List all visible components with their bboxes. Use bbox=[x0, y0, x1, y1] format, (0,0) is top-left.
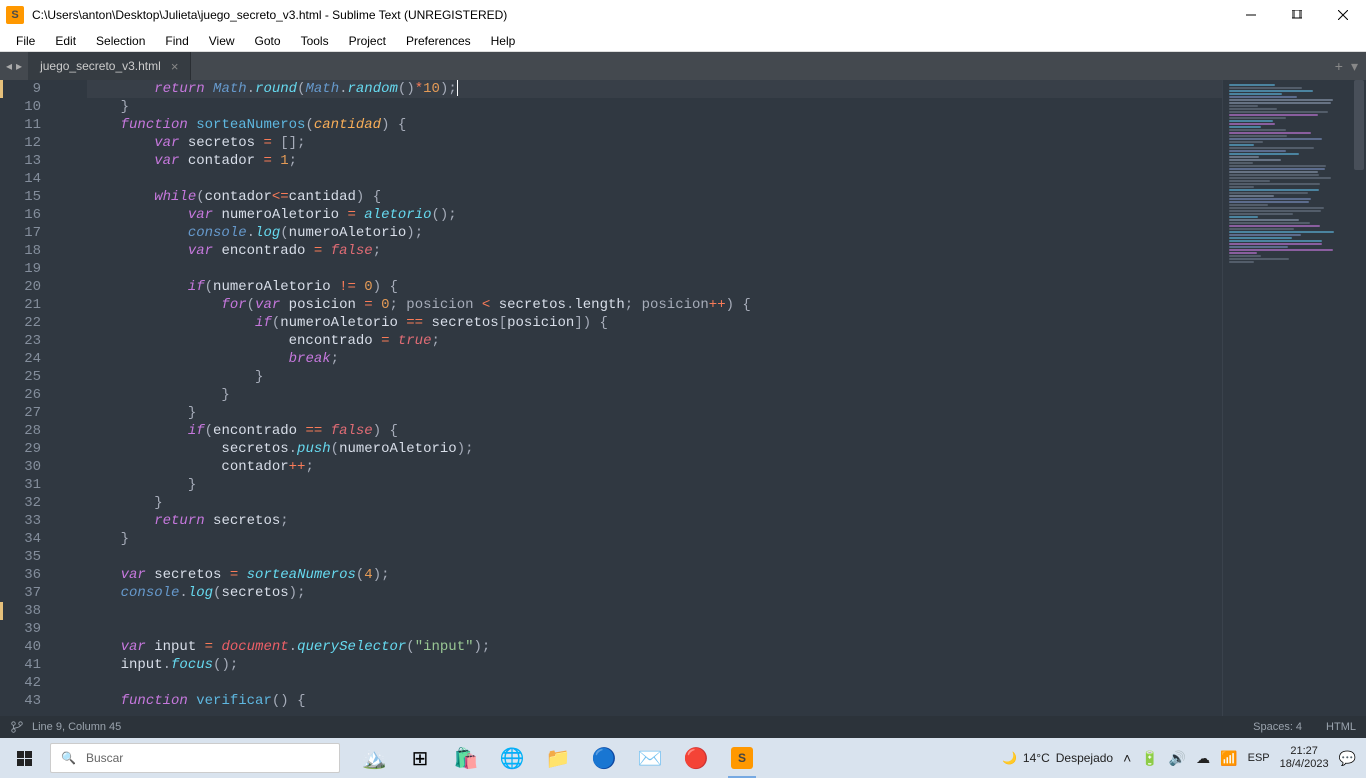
task-mail-icon[interactable]: ✉️ bbox=[628, 738, 672, 778]
chevron-right-icon[interactable]: ▸ bbox=[16, 59, 22, 73]
tray-battery-icon[interactable]: 🔋 bbox=[1141, 750, 1158, 767]
chevron-left-icon[interactable]: ◂ bbox=[6, 59, 12, 73]
taskbar-search[interactable]: 🔍 Buscar bbox=[50, 743, 340, 773]
menu-find[interactable]: Find bbox=[157, 32, 196, 50]
code-area[interactable]: return Math.round(Math.random()*10); } f… bbox=[55, 80, 1222, 716]
search-icon: 🔍 bbox=[61, 751, 76, 765]
new-tab-icon[interactable]: + bbox=[1335, 58, 1343, 74]
window-titlebar: S C:\Users\anton\Desktop\Julieta\juego_s… bbox=[0, 0, 1366, 30]
vertical-scrollbar[interactable] bbox=[1352, 80, 1366, 716]
editor[interactable]: 9101112131415161718192021222324252627282… bbox=[0, 80, 1366, 716]
status-spaces[interactable]: Spaces: 4 bbox=[1253, 721, 1302, 733]
tab-nav-arrows[interactable]: ◂ ▸ bbox=[0, 52, 28, 80]
menu-view[interactable]: View bbox=[201, 32, 243, 50]
tray-chevron-icon[interactable]: ˄ bbox=[1123, 750, 1131, 766]
weather-desc: Despejado bbox=[1056, 751, 1113, 765]
task-explorer-icon[interactable]: 📁 bbox=[536, 738, 580, 778]
tray-date: 18/4/2023 bbox=[1280, 758, 1329, 771]
status-position[interactable]: Line 9, Column 45 bbox=[32, 721, 121, 733]
task-chrome-icon[interactable]: 🔴 bbox=[674, 738, 718, 778]
minimize-button[interactable] bbox=[1228, 0, 1274, 30]
tray-datetime[interactable]: 21:27 18/4/2023 bbox=[1280, 745, 1329, 771]
task-landscape-icon[interactable]: 🏔️ bbox=[352, 738, 396, 778]
menubar: FileEditSelectionFind ViewGotoToolsProjec… bbox=[0, 30, 1366, 52]
tray-time: 21:27 bbox=[1280, 745, 1329, 758]
tab-label: juego_secreto_v3.html bbox=[40, 59, 161, 73]
windows-logo-icon bbox=[17, 751, 32, 766]
branch-icon bbox=[10, 720, 24, 734]
menu-tools[interactable]: Tools bbox=[293, 32, 337, 50]
weather-temp: 14°C bbox=[1023, 751, 1050, 765]
scrollbar-thumb[interactable] bbox=[1354, 80, 1364, 170]
weather-widget[interactable]: 🌙 14°C Despejado bbox=[1002, 751, 1113, 765]
menu-help[interactable]: Help bbox=[483, 32, 524, 50]
close-button[interactable] bbox=[1320, 0, 1366, 30]
tray-onedrive-icon[interactable]: ☁ bbox=[1196, 750, 1210, 767]
menu-edit[interactable]: Edit bbox=[47, 32, 84, 50]
maximize-button[interactable] bbox=[1274, 0, 1320, 30]
task-copilot-icon[interactable]: 🔵 bbox=[582, 738, 626, 778]
weather-icon: 🌙 bbox=[1002, 751, 1017, 765]
tray-volume-icon[interactable]: 🔊 bbox=[1169, 750, 1186, 767]
tray-notifications-icon[interactable]: 💬 bbox=[1339, 750, 1356, 767]
tray-wifi-icon[interactable]: 📶 bbox=[1220, 750, 1237, 767]
tray-language[interactable]: ESP bbox=[1248, 752, 1270, 764]
task-view-icon[interactable]: ⊞ bbox=[398, 738, 442, 778]
start-button[interactable] bbox=[0, 738, 48, 778]
menu-goto[interactable]: Goto bbox=[247, 32, 289, 50]
status-syntax[interactable]: HTML bbox=[1326, 721, 1356, 733]
tab-close-icon[interactable]: × bbox=[171, 59, 179, 74]
menu-preferences[interactable]: Preferences bbox=[398, 32, 479, 50]
statusbar: Line 9, Column 45 Spaces: 4 HTML bbox=[0, 716, 1366, 738]
tab-file[interactable]: juego_secreto_v3.html × bbox=[28, 52, 191, 80]
menu-file[interactable]: File bbox=[8, 32, 43, 50]
task-sublime-icon[interactable]: S bbox=[720, 738, 764, 778]
tab-menu-icon[interactable]: ▾ bbox=[1351, 58, 1358, 75]
minimap[interactable] bbox=[1222, 80, 1352, 716]
menu-project[interactable]: Project bbox=[341, 32, 394, 50]
taskbar: 🔍 Buscar 🏔️ ⊞ 🛍️ 🌐 📁 🔵 ✉️ 🔴 S 🌙 14°C Des… bbox=[0, 738, 1366, 778]
window-title: C:\Users\anton\Desktop\Julieta\juego_sec… bbox=[32, 8, 1228, 22]
task-edge-icon[interactable]: 🌐 bbox=[490, 738, 534, 778]
task-store-icon[interactable]: 🛍️ bbox=[444, 738, 488, 778]
line-gutter: 9101112131415161718192021222324252627282… bbox=[0, 80, 55, 716]
menu-selection[interactable]: Selection bbox=[88, 32, 153, 50]
tabbar: ◂ ▸ juego_secreto_v3.html × + ▾ bbox=[0, 52, 1366, 80]
app-icon: S bbox=[6, 6, 24, 24]
search-placeholder: Buscar bbox=[86, 751, 123, 765]
